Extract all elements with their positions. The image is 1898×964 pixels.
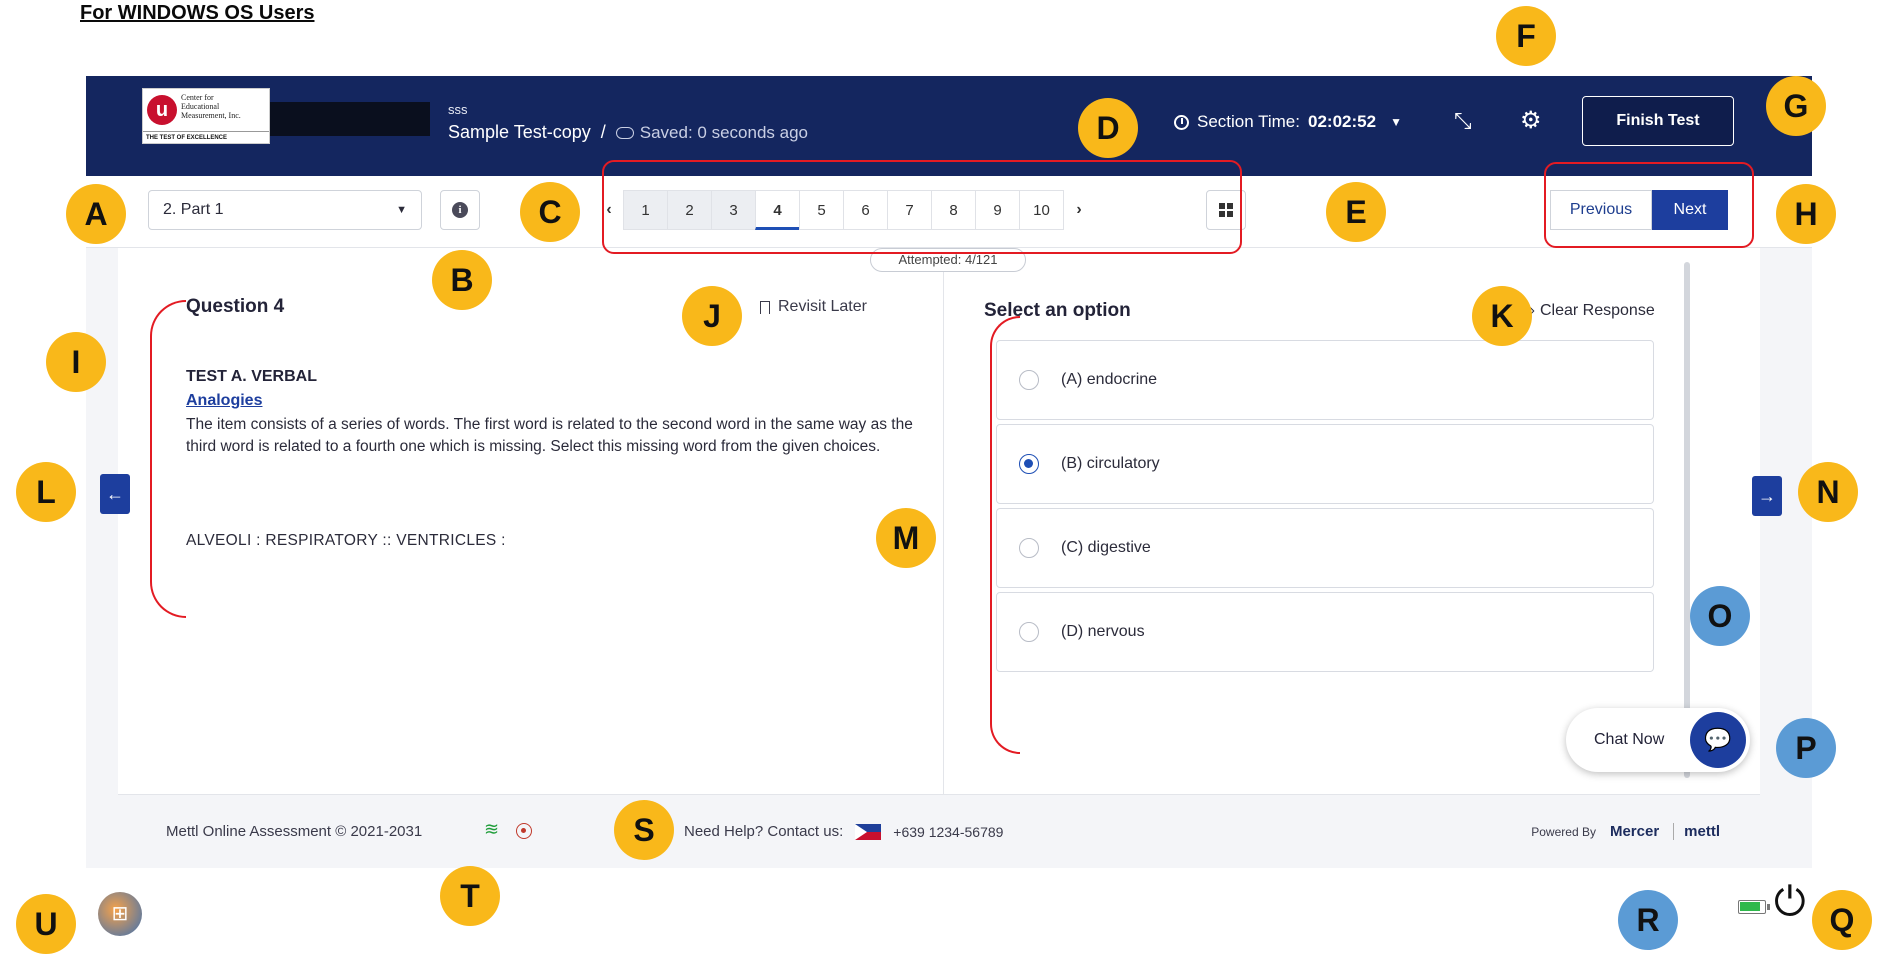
revisit-later-label: Revisit Later [778,298,867,315]
option-a-radio[interactable] [1019,370,1039,390]
callout-j: J [682,286,742,346]
logo-tagline: THE TEST OF EXCELLENCE [143,131,269,143]
option-c[interactable]: (C) digestive [996,508,1654,588]
callout-r: R [1618,890,1678,950]
callout-s: S [614,800,674,860]
revisit-later-button[interactable]: Revisit Later [760,298,867,316]
scrollbar[interactable] [1684,262,1690,778]
callout-f: F [1496,6,1556,66]
logo-line-2: Educational [181,102,220,111]
philippines-flag-icon [855,823,882,840]
info-icon: i [452,202,468,218]
section-info-button[interactable]: i [440,190,480,230]
option-b-radio[interactable] [1019,454,1039,474]
breadcrumb-top: sss [448,102,468,117]
clear-response-label: Clear Response [1540,302,1655,319]
question-brace [150,300,186,618]
callout-k: K [1472,286,1532,346]
powered-by: Powered By Mercer mettl [1531,823,1720,840]
recording-icon [516,823,532,839]
chevron-down-icon[interactable]: ▼ [1390,115,1402,129]
callout-u: U [16,894,76,954]
question-instructions: The item consists of a series of words. … [186,416,913,455]
battery-icon [1738,900,1770,914]
breadcrumb: Sample Test-copy / Saved: 0 seconds ago [448,122,808,143]
option-b[interactable]: (B) circulatory [996,424,1654,504]
powered-by-label: Powered By [1531,824,1596,839]
redacted-block [270,102,430,136]
callout-g: G [1766,76,1826,136]
question-pane: Question 4 Revisit Later TEST A. VERBAL … [118,248,944,794]
finish-test-button[interactable]: Finish Test [1582,96,1734,146]
question-title: Question 4 [186,296,285,317]
prev-next-highlight [1544,162,1754,248]
copyright-text: Mettl Online Assessment © 2021-2031 [166,823,423,840]
callout-t: T [440,866,500,926]
bookmark-icon [760,300,770,314]
callout-p: P [1776,718,1836,778]
mettl-logo: mettl [1673,823,1720,840]
option-a[interactable]: (A) endocrine [996,340,1654,420]
exit-fullscreen-icon[interactable]: ⤡ [1454,108,1472,134]
section-time-value: 02:02:52 [1308,112,1377,131]
test-name[interactable]: Sample Test-copy [448,122,591,143]
wifi-icon: ≋ [484,819,500,839]
callout-b: B [432,250,492,310]
clear-response-button[interactable]: Clear Response [1517,302,1655,320]
callout-h: H [1776,184,1836,244]
option-b-label: (B) circulatory [1061,455,1160,472]
logo-badge: u [147,95,177,125]
section-timer[interactable]: Section Time: 02:02:52 ▼ [1174,112,1402,132]
callout-i: I [46,332,106,392]
option-c-radio[interactable] [1019,538,1039,558]
help-contact: Need Help? Contact us: +639 1234-56789 [684,823,1003,840]
start-menu-icon[interactable]: ⊞ [98,892,142,936]
options-brace [990,316,1020,754]
callout-m: M [876,508,936,568]
callout-a: A [66,184,126,244]
clock-icon [1174,114,1189,130]
document-heading: For WINDOWS OS Users [80,2,315,24]
chevron-down-icon: ▼ [396,204,407,216]
callout-d: D [1078,98,1138,158]
question-nav-highlight [602,160,1242,254]
option-c-label: (C) digestive [1061,539,1151,556]
saved-text: Saved: 0 seconds ago [639,122,808,142]
question-prompt: ALVEOLI : RESPIRATORY :: VENTRICLES : [186,532,506,549]
chat-icon[interactable]: 💬 [1690,712,1746,768]
option-d-radio[interactable] [1019,622,1039,642]
section-dropdown-value: 2. Part 1 [163,201,224,218]
mercer-logo: Mercer [1609,823,1660,840]
section-time-label: Section Time: [1197,112,1300,131]
help-phone[interactable]: +639 1234-56789 [893,824,1003,840]
section-dropdown[interactable]: 2. Part 1 ▼ [148,190,422,230]
breadcrumb-separator: / [600,122,606,142]
callout-n: N [1798,462,1858,522]
chat-now-widget[interactable]: Chat Now 💬 [1566,708,1750,772]
chat-now-label: Chat Now [1594,731,1665,748]
previous-question-arrow-icon[interactable]: ← [100,474,130,514]
callout-q: Q [1812,890,1872,950]
next-question-arrow-icon[interactable]: → [1752,476,1782,516]
saved-status: Saved: 0 seconds ago [615,122,808,143]
subtest-label: Analogies [186,392,263,409]
test-label: TEST A. VERBAL [186,368,317,385]
help-label: Need Help? Contact us: [684,823,844,840]
logo-line-1: Center for [181,93,214,102]
callout-l: L [16,462,76,522]
footer: Mettl Online Assessment © 2021-2031 ≋ Ne… [118,794,1760,868]
logo: u Center for Educational Measurement, In… [142,88,270,144]
callout-e: E [1326,182,1386,242]
gear-icon[interactable]: ⚙ [1520,106,1542,135]
power-icon[interactable]: ⏻ [1774,880,1806,925]
callout-o: O [1690,586,1750,646]
option-d[interactable]: (D) nervous [996,592,1654,672]
cloud-icon [615,126,634,139]
callout-c: C [520,182,580,242]
logo-line-3: Measurement, Inc. [181,111,241,120]
option-a-label: (A) endocrine [1061,371,1158,388]
option-d-label: (D) nervous [1061,623,1145,640]
